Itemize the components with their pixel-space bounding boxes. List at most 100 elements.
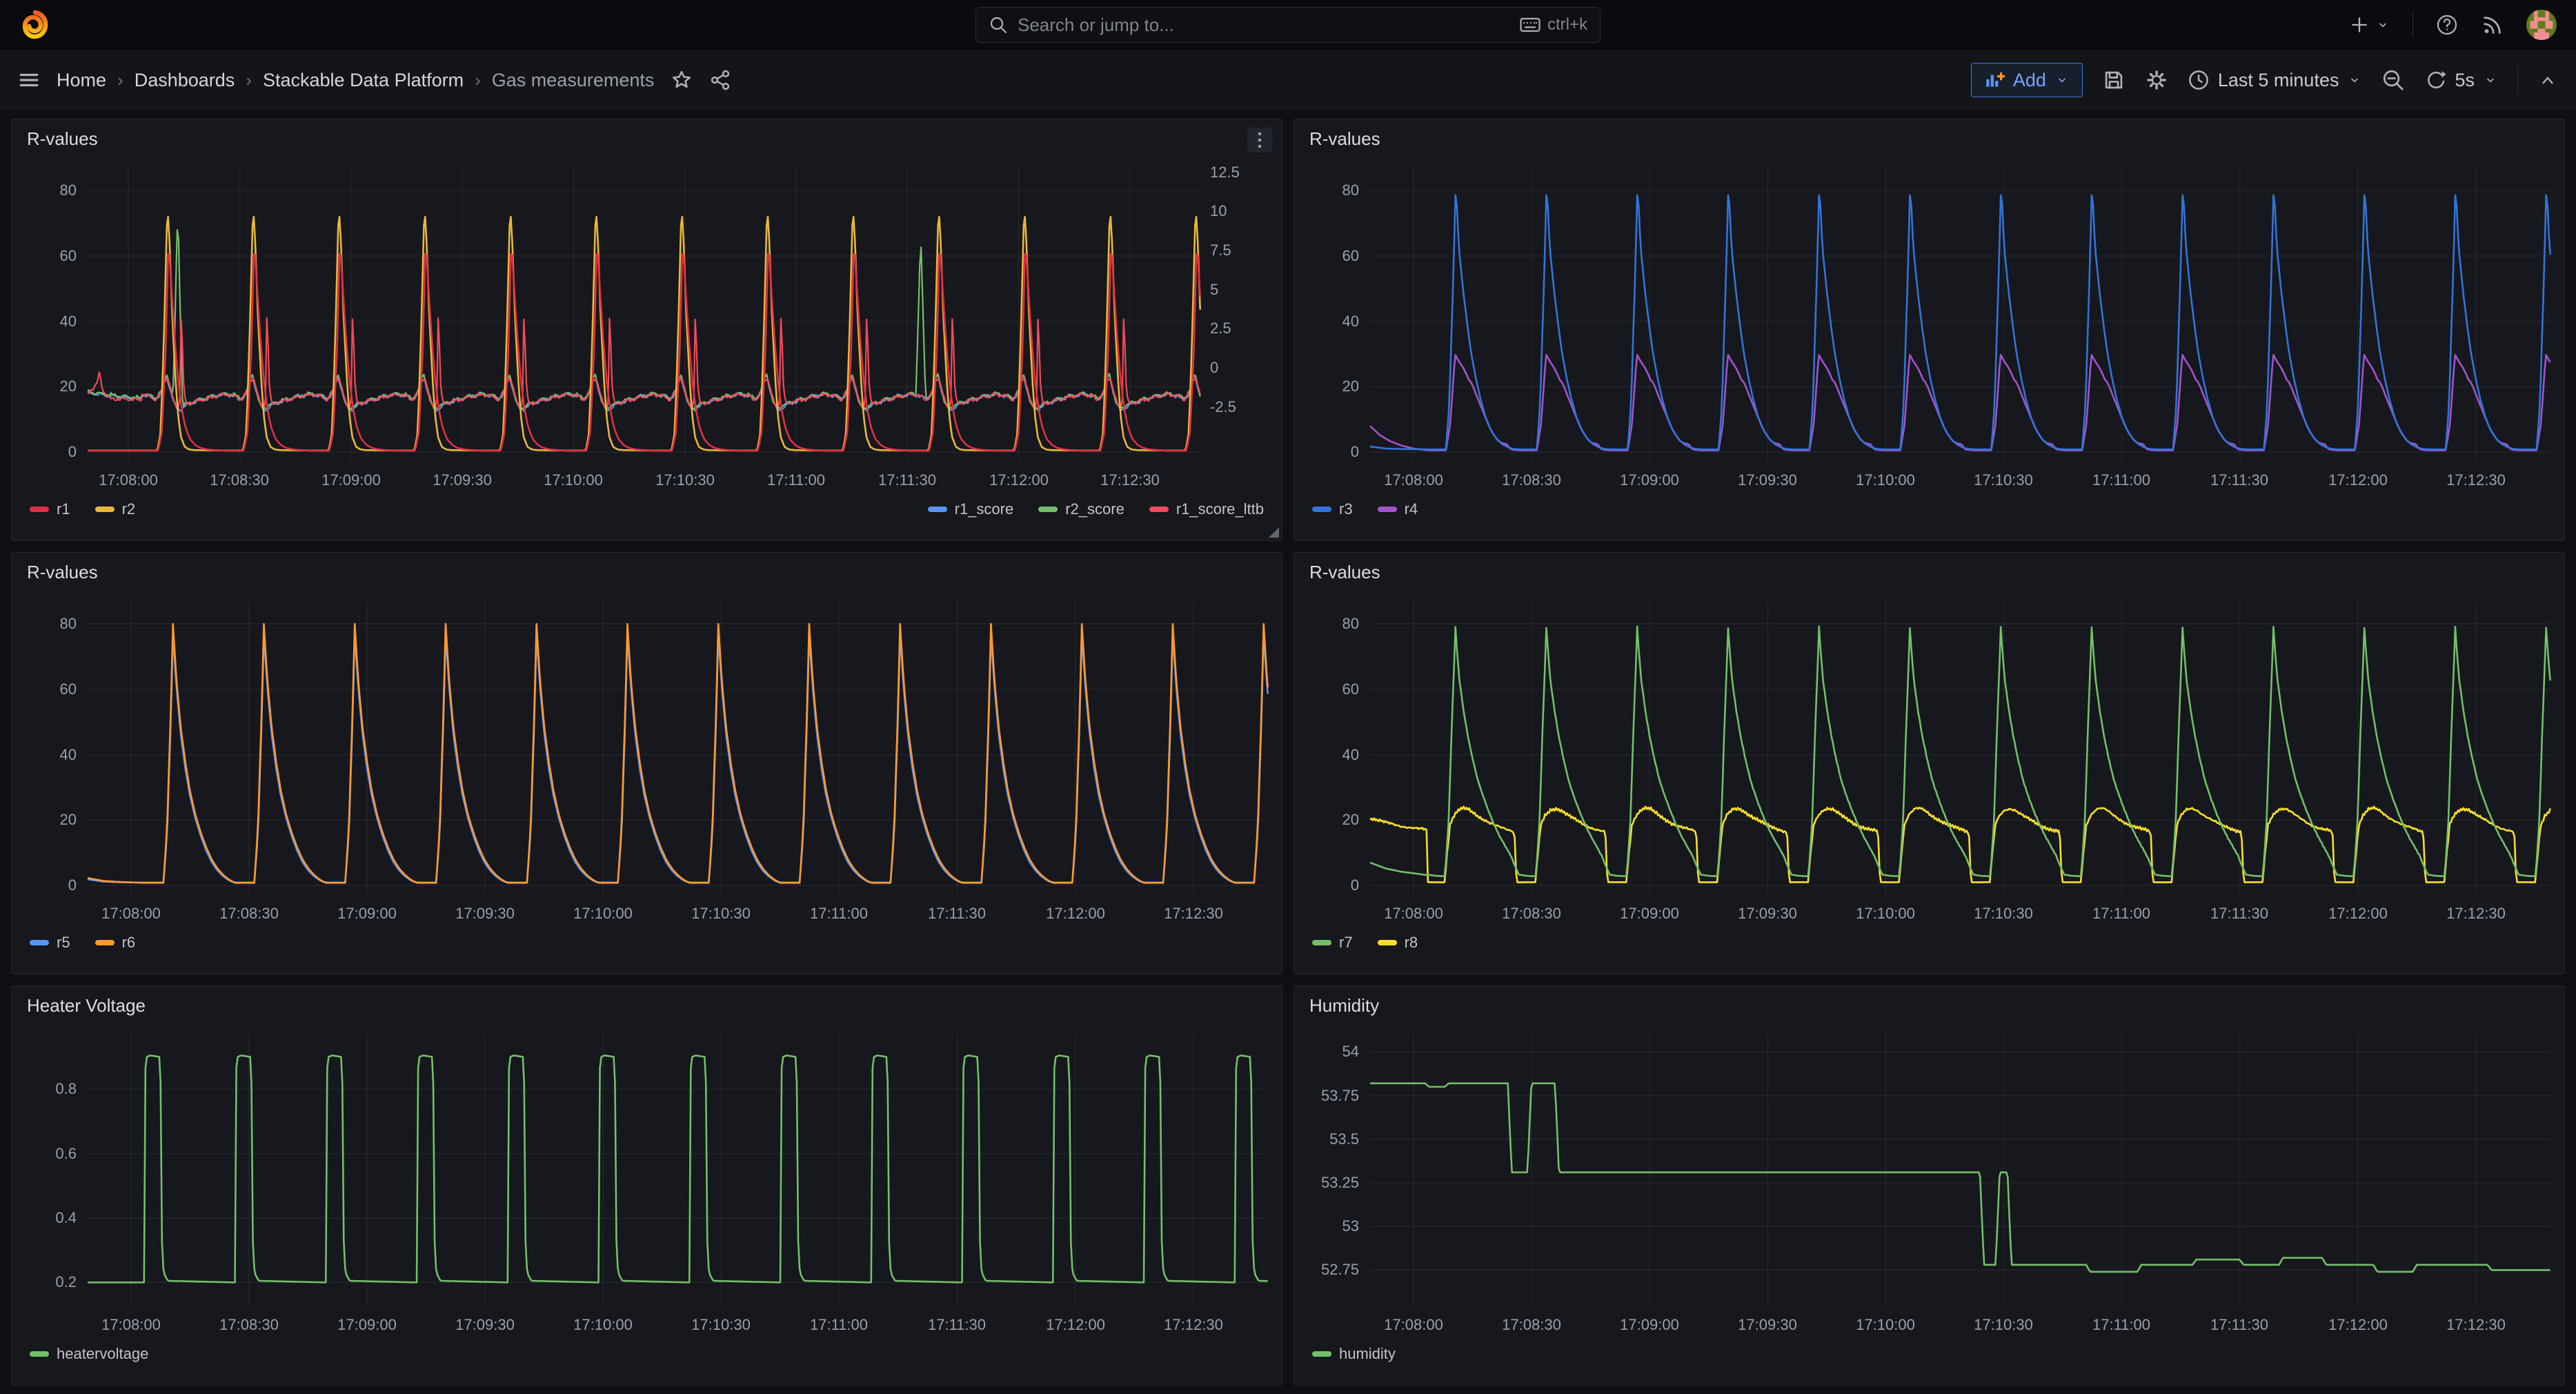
share-icon[interactable] [709,69,731,91]
add-button[interactable]: Add [1971,63,2083,97]
help-icon[interactable] [2435,13,2459,37]
x-axis-tick-label: 17:09:30 [1738,471,1797,489]
add-panel-icon [1984,70,2005,90]
panel-menu-kebab-icon[interactable] [1247,128,1272,153]
y-axis-tick-label: 60 [1294,247,1359,265]
search-input[interactable]: Search or jump to... ctrl+k [975,7,1601,43]
series-line-r3 [1370,195,2550,449]
plot-area [88,1034,1268,1305]
x-axis-tick-label: 17:09:00 [337,1316,397,1334]
news-rss-icon[interactable] [2481,13,2504,37]
legend-item-r5[interactable]: r5 [30,934,70,952]
keyboard-icon [1520,17,1540,33]
legend-chip [1312,940,1331,945]
legend-item-r7[interactable]: r7 [1312,934,1353,952]
x-axis-tick-label: 17:12:30 [2446,1316,2506,1334]
x-axis-tick-label: 17:12:30 [1164,905,1223,923]
x-axis-tick-label: 17:10:00 [573,905,633,923]
save-icon[interactable] [2102,68,2126,92]
search-shortcut: ctrl+k [1547,15,1587,35]
panel-title: Heater Voltage [27,995,146,1017]
avatar[interactable] [2526,10,2557,40]
legend: r5 r6 [30,934,1264,952]
x-axis-tick-label: 17:08:00 [1384,905,1443,923]
y-axis-tick-label: 40 [12,746,77,764]
x-axis-tick-label: 17:08:30 [210,471,269,489]
panel-humidity: Humidity52.755353.2553.553.755417:08:001… [1294,985,2565,1386]
x-axis-tick-label: 17:08:00 [1384,471,1443,489]
breadcrumb-folder[interactable]: Stackable Data Platform [263,70,464,91]
legend-group-left: humidity [1312,1345,1396,1363]
top-nav: Search or jump to... ctrl+k [0,0,2576,50]
breadcrumb-dashboards[interactable]: Dashboards [135,70,235,91]
legend-item-r3[interactable]: r3 [1312,500,1353,518]
plot-area [1370,168,2550,460]
x-axis-tick-label: 17:11:00 [2092,905,2150,923]
time-range-picker[interactable]: Last 5 minutes [2188,69,2363,91]
x-axis-tick-label: 17:11:30 [2210,905,2268,923]
x-axis-tick-label: 17:08:00 [101,905,161,923]
y-axis-tick-label: 20 [12,377,77,395]
legend-label: r7 [1339,934,1353,952]
legend-item-r2[interactable]: r2 [95,500,136,518]
x-axis-tick-label: 17:10:00 [544,471,603,489]
x-axis-tick-label: 17:12:00 [1046,905,1105,923]
legend-item-r4[interactable]: r4 [1378,500,1418,518]
clock-icon [2188,69,2210,91]
legend-item-r2_score[interactable]: r2_score [1038,500,1124,518]
zoom-out-icon[interactable] [2381,68,2405,92]
settings-gear-icon[interactable] [2145,68,2168,92]
legend-item-heatervoltage[interactable]: heatervoltage [30,1345,148,1363]
legend-item-r1[interactable]: r1 [30,500,70,518]
new-button[interactable] [2349,14,2390,35]
x-axis-tick-label: 17:12:00 [2328,471,2388,489]
breadcrumb-current: Gas measurements [492,70,655,91]
breadcrumb-separator: › [475,70,481,91]
panel-title: R-values [1309,128,1380,150]
panel-title: R-values [27,128,98,150]
legend-label: r1 [57,500,70,518]
breadcrumb-home[interactable]: Home [57,70,106,91]
refresh-interval-label: 5s [2455,70,2475,91]
y-axis-tick-label: 53.75 [1294,1087,1359,1105]
legend-group-left: heatervoltage [30,1345,148,1363]
legend-item-r6[interactable]: r6 [95,934,136,952]
plot-area [88,168,1200,460]
legend-item-r1_score_lttb[interactable]: r1_score_lttb [1149,500,1264,518]
favorite-star-icon[interactable] [671,69,693,91]
chevron-down-icon [2483,72,2498,88]
y-axis-tick-label: 20 [1294,811,1359,829]
panel-r-values: R-values02040608017:08:0017:08:3017:09:0… [11,552,1282,974]
panel-title: R-values [27,562,98,583]
x-axis-tick-label: 17:12:00 [2328,905,2388,923]
legend: r3 r4 [1312,500,2546,518]
x-axis-tick-label: 17:09:00 [1620,471,1679,489]
panel-title: R-values [1309,562,1380,583]
x-axis-tick-label: 17:11:00 [2092,471,2150,489]
dashboard-toolbar: Home › Dashboards › Stackable Data Platf… [0,50,2576,110]
legend-chip [30,507,49,512]
series-line-r4 [1370,355,2550,450]
panel-r-values: R-values020406080-2.502.557.51012.517:08… [11,119,1282,541]
x-axis-tick-label: 17:09:00 [321,471,381,489]
divider [2412,12,2413,37]
x-axis-tick-label: 17:09:00 [1620,1316,1679,1334]
legend-label: humidity [1339,1345,1396,1363]
y-axis-tick-label: 40 [1294,746,1359,764]
x-axis-tick-label: 17:08:00 [99,471,158,489]
legend-item-r8[interactable]: r8 [1378,934,1418,952]
y-axis-tick-label: 0 [12,443,77,461]
panel-resize-grip[interactable] [1269,527,1279,538]
collapse-up-icon[interactable] [2537,70,2558,90]
refresh-picker[interactable]: 5s [2424,69,2498,91]
menu-icon[interactable] [18,69,40,91]
x-axis-tick-label: 17:09:00 [337,905,397,923]
y-axis-tick-label: 52.75 [1294,1261,1359,1279]
y-axis-right-tick-label: 12.5 [1210,164,1240,181]
y-axis-right-tick-label: 7.5 [1210,242,1231,259]
legend-label: r6 [122,934,136,952]
grafana-logo-icon[interactable] [19,9,51,41]
legend-item-humidity[interactable]: humidity [1312,1345,1396,1363]
legend-chip [928,507,947,512]
legend-item-r1_score[interactable]: r1_score [928,500,1014,518]
